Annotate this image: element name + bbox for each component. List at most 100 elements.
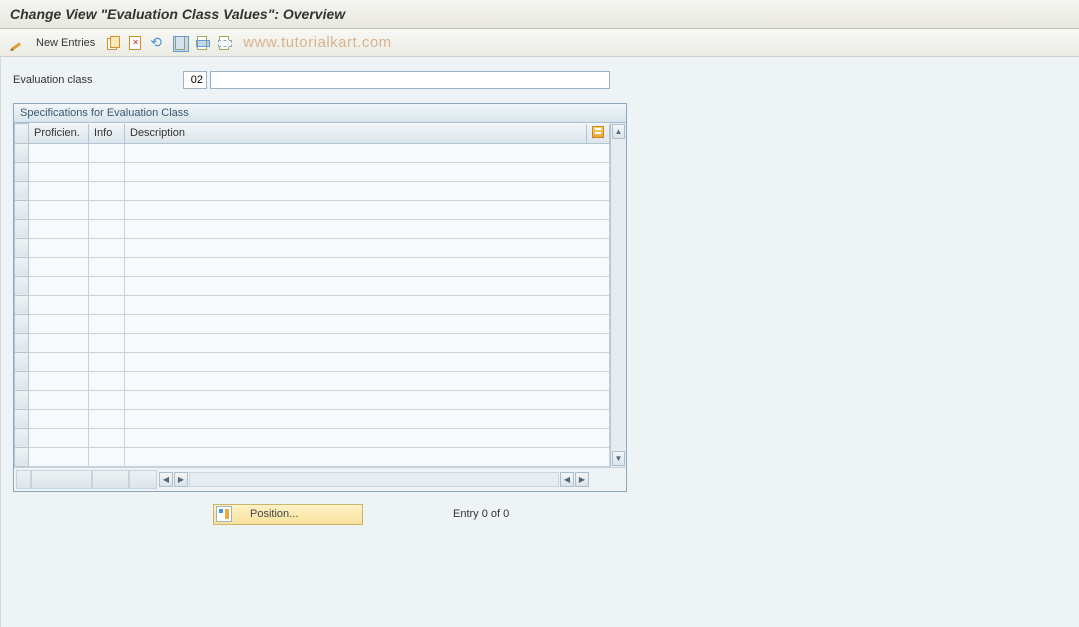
- cell-description[interactable]: [125, 219, 610, 238]
- cell-description[interactable]: [125, 390, 610, 409]
- evaluation-class-input[interactable]: [183, 71, 207, 89]
- table-row[interactable]: [15, 181, 610, 200]
- table-row[interactable]: [15, 295, 610, 314]
- cell-proficiency[interactable]: [29, 333, 89, 352]
- row-selector[interactable]: [15, 428, 29, 447]
- hscroll-left-icon[interactable]: ◀: [159, 472, 173, 487]
- row-selector[interactable]: [15, 257, 29, 276]
- table-row[interactable]: [15, 447, 610, 466]
- cell-proficiency[interactable]: [29, 257, 89, 276]
- delete-icon[interactable]: [127, 34, 145, 52]
- table-row[interactable]: [15, 257, 610, 276]
- cell-proficiency[interactable]: [29, 390, 89, 409]
- hscroll-left2-icon[interactable]: ◀: [560, 472, 574, 487]
- cell-info[interactable]: [89, 238, 125, 257]
- cell-proficiency[interactable]: [29, 428, 89, 447]
- cell-proficiency[interactable]: [29, 162, 89, 181]
- cell-description[interactable]: [125, 409, 610, 428]
- cell-description[interactable]: [125, 276, 610, 295]
- cell-info[interactable]: [89, 390, 125, 409]
- row-selector[interactable]: [15, 162, 29, 181]
- cell-info[interactable]: [89, 409, 125, 428]
- col-header-description[interactable]: Description: [125, 124, 587, 144]
- cell-info[interactable]: [89, 428, 125, 447]
- cell-proficiency[interactable]: [29, 295, 89, 314]
- cell-info[interactable]: [89, 314, 125, 333]
- cell-info[interactable]: [89, 276, 125, 295]
- row-selector[interactable]: [15, 200, 29, 219]
- scroll-down-icon[interactable]: ▼: [612, 451, 625, 466]
- cell-description[interactable]: [125, 143, 610, 162]
- cell-description[interactable]: [125, 238, 610, 257]
- row-selector[interactable]: [15, 390, 29, 409]
- select-all-icon[interactable]: [171, 34, 189, 52]
- table-row[interactable]: [15, 371, 610, 390]
- table-row[interactable]: [15, 314, 610, 333]
- row-selector[interactable]: [15, 181, 29, 200]
- row-selector[interactable]: [15, 314, 29, 333]
- cell-info[interactable]: [89, 333, 125, 352]
- cell-description[interactable]: [125, 371, 610, 390]
- row-selector[interactable]: [15, 276, 29, 295]
- cell-proficiency[interactable]: [29, 143, 89, 162]
- col-header-info[interactable]: Info: [89, 124, 125, 144]
- copy-as-icon[interactable]: [105, 34, 123, 52]
- table-row[interactable]: [15, 162, 610, 181]
- col-header-proficiency[interactable]: Proficien.: [29, 124, 89, 144]
- row-selector[interactable]: [15, 143, 29, 162]
- table-row[interactable]: [15, 390, 610, 409]
- new-entries-button[interactable]: New Entries: [30, 37, 101, 49]
- position-button[interactable]: Position...: [213, 504, 363, 525]
- cell-info[interactable]: [89, 143, 125, 162]
- row-selector[interactable]: [15, 333, 29, 352]
- cell-proficiency[interactable]: [29, 181, 89, 200]
- table-row[interactable]: [15, 352, 610, 371]
- cell-description[interactable]: [125, 295, 610, 314]
- cell-info[interactable]: [89, 371, 125, 390]
- cell-info[interactable]: [89, 447, 125, 466]
- table-row[interactable]: [15, 238, 610, 257]
- row-selector[interactable]: [15, 409, 29, 428]
- cell-proficiency[interactable]: [29, 352, 89, 371]
- cell-description[interactable]: [125, 181, 610, 200]
- change-icon[interactable]: [8, 34, 26, 52]
- row-selector[interactable]: [15, 219, 29, 238]
- table-row[interactable]: [15, 143, 610, 162]
- table-row[interactable]: [15, 333, 610, 352]
- cell-info[interactable]: [89, 257, 125, 276]
- hscroll-right2-icon[interactable]: ▶: [575, 472, 589, 487]
- cell-info[interactable]: [89, 181, 125, 200]
- cell-info[interactable]: [89, 295, 125, 314]
- cell-proficiency[interactable]: [29, 219, 89, 238]
- cell-info[interactable]: [89, 200, 125, 219]
- cell-description[interactable]: [125, 333, 610, 352]
- table-row[interactable]: [15, 428, 610, 447]
- hscroll-track[interactable]: [189, 472, 559, 487]
- cell-proficiency[interactable]: [29, 200, 89, 219]
- scroll-up-icon[interactable]: ▲: [612, 124, 625, 139]
- cell-info[interactable]: [89, 219, 125, 238]
- select-block-icon[interactable]: [193, 34, 211, 52]
- cell-info[interactable]: [89, 162, 125, 181]
- table-row[interactable]: [15, 219, 610, 238]
- row-selector[interactable]: [15, 295, 29, 314]
- cell-info[interactable]: [89, 352, 125, 371]
- vertical-scrollbar[interactable]: ▲ ▼: [610, 123, 626, 467]
- hscroll-right-icon[interactable]: ▶: [174, 472, 188, 487]
- cell-proficiency[interactable]: [29, 409, 89, 428]
- cell-proficiency[interactable]: [29, 314, 89, 333]
- row-selector[interactable]: [15, 371, 29, 390]
- row-selector[interactable]: [15, 447, 29, 466]
- cell-description[interactable]: [125, 162, 610, 181]
- table-row[interactable]: [15, 409, 610, 428]
- undo-icon[interactable]: [149, 34, 167, 52]
- cell-proficiency[interactable]: [29, 371, 89, 390]
- row-selector[interactable]: [15, 238, 29, 257]
- cell-proficiency[interactable]: [29, 276, 89, 295]
- horizontal-scrollbar[interactable]: ◀ ▶ ◀ ▶: [159, 472, 589, 487]
- table-row[interactable]: [15, 200, 610, 219]
- cell-proficiency[interactable]: [29, 238, 89, 257]
- cell-description[interactable]: [125, 200, 610, 219]
- scroll-track-v[interactable]: [611, 140, 626, 450]
- cell-description[interactable]: [125, 428, 610, 447]
